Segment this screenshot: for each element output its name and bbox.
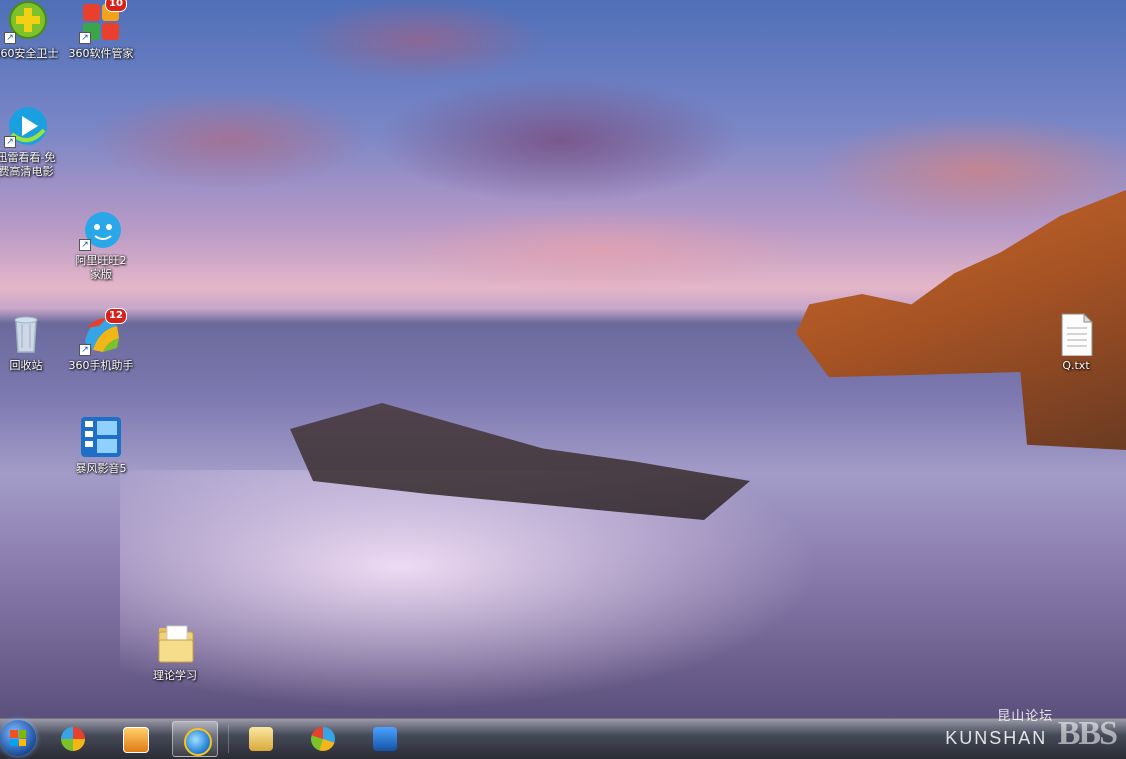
- shortcut-arrow-icon: ↗: [79, 344, 91, 356]
- desktop-icon-folder[interactable]: 理论学习: [137, 622, 213, 683]
- internet-explorer-icon: [184, 728, 212, 756]
- forum-watermark: 昆山论坛 KUNSHAN BBS: [945, 708, 1118, 753]
- icon-label-line1: 迅雷看看-免: [0, 151, 56, 164]
- icon-label-line2: 家版: [90, 268, 112, 281]
- icon-label-line2: 费高清电影: [0, 165, 54, 178]
- taskbar-360-mobile-assistant[interactable]: [300, 721, 346, 757]
- taskbar-file-explorer[interactable]: [238, 721, 284, 757]
- desktop-icon-aliwangwang[interactable]: ↗ 阿里旺旺2 家版: [63, 207, 139, 282]
- folder-icon: [153, 622, 197, 666]
- icon-label: Q.txt: [1062, 359, 1090, 372]
- mobile-assistant-icon: [311, 727, 335, 751]
- icon-label-line1: 阿里旺旺2: [75, 254, 127, 267]
- desktop-icon-360-software[interactable]: ↗ 10 360软件管家: [63, 0, 139, 61]
- play-logo-icon: ↗: [4, 104, 48, 148]
- taskbar-internet-explorer[interactable]: [172, 721, 218, 757]
- desktop-icon-360-mobile[interactable]: ↗ 12 360手机助手: [63, 308, 139, 373]
- icon-label: 暴风影音5: [75, 462, 127, 475]
- icon-label: 360手机助手: [68, 359, 134, 372]
- film-strip-icon: [373, 727, 397, 751]
- desktop-icon-baofeng[interactable]: 暴风影音5: [63, 415, 139, 476]
- mobile-assistant-icon: ↗ 12: [79, 308, 127, 356]
- desktop-icon-360-safe[interactable]: ↗ 360安全卫士: [0, 0, 64, 61]
- media-player-icon: [123, 727, 149, 753]
- shield-plus-icon: ↗: [4, 0, 48, 44]
- taskbar-360-browser[interactable]: [50, 721, 96, 757]
- desktop-icon-recycle-bin[interactable]: 回收站: [0, 312, 64, 373]
- recycle-bin-icon: [4, 312, 48, 356]
- start-button[interactable]: [0, 720, 36, 756]
- watermark-chinese: 昆山论坛: [997, 708, 1054, 723]
- desktop-wallpaper: ↗ 360安全卫士 ↗ 10 360软件管家 ↗ 迅雷看看-免 费高清电影 ↗ …: [0, 0, 1126, 718]
- shortcut-arrow-icon: ↗: [79, 32, 91, 44]
- shortcut-arrow-icon: ↗: [79, 239, 91, 251]
- icon-label: 360软件管家: [68, 47, 134, 60]
- watermark-english: KUNSHAN: [945, 728, 1048, 748]
- text-file-icon: [1054, 312, 1098, 357]
- aliwangwang-icon: ↗: [79, 207, 123, 251]
- notification-badge: 12: [105, 308, 127, 324]
- film-strip-icon: [79, 415, 123, 459]
- software-manager-icon: ↗ 10: [79, 0, 127, 44]
- taskbar-separator: [228, 725, 229, 753]
- notification-badge: 10: [105, 0, 127, 12]
- icon-label: 360安全卫士: [0, 47, 59, 60]
- icon-label: 理论学习: [153, 669, 197, 682]
- shortcut-arrow-icon: ↗: [4, 136, 16, 148]
- icon-label: 回收站: [9, 359, 43, 372]
- desktop-icon-q-txt[interactable]: Q.txt: [1038, 312, 1114, 373]
- desktop-icon-xunlei-kankan[interactable]: ↗ 迅雷看看-免 费高清电影: [0, 104, 64, 179]
- folder-icon: [249, 727, 273, 751]
- shortcut-arrow-icon: ↗: [4, 32, 16, 44]
- watermark-bbs: BBS: [1057, 715, 1118, 752]
- 360-browser-icon: [61, 727, 85, 751]
- taskbar-media-player[interactable]: [112, 721, 158, 757]
- windows-logo-icon: [10, 730, 26, 746]
- taskbar: 昆山论坛 KUNSHAN BBS: [0, 708, 1126, 759]
- taskbar-baofeng-player[interactable]: [362, 721, 408, 757]
